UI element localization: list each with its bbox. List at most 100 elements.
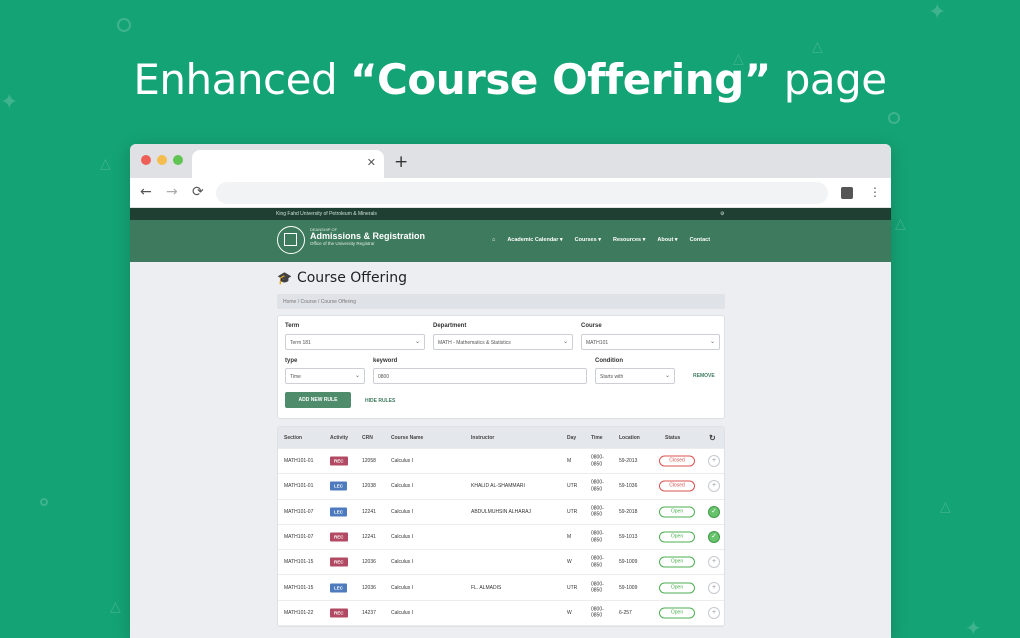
col-location[interactable]: Location [619, 435, 640, 441]
web-page: King Fahd University of Petroleum & Mine… [130, 208, 891, 638]
menu-contact[interactable]: Contact [690, 237, 710, 243]
col-crn[interactable]: CRN [362, 435, 373, 441]
keyword-label: keyword [373, 358, 398, 364]
breadcrumb[interactable]: Home / Course / Course Offering [277, 294, 725, 309]
term-select[interactable]: Term 181 ⌄ [285, 334, 425, 350]
add-icon[interactable]: + [708, 556, 720, 569]
main-content: 🎓 Course Offering Home / Course / Course… [277, 262, 725, 628]
activity-badge: REC [330, 608, 348, 618]
add-icon[interactable]: + [708, 455, 720, 468]
time-end: 0850 [591, 511, 603, 518]
table-row[interactable]: MATH101-01 LEC 12038 Calculus I KHALID AL-SH… [278, 474, 724, 500]
profile-icon[interactable] [841, 187, 853, 199]
site-nav: DEANSHIP OF Admissions & Registration Of… [130, 220, 891, 262]
decor-triangle: △ [895, 216, 906, 232]
time-end: 0850 [591, 587, 603, 594]
status-badge: Open [659, 607, 695, 619]
cell-course-name: Calculus I [391, 483, 413, 490]
cell-crn: 14237 [362, 609, 376, 616]
add-icon[interactable]: + [708, 581, 720, 594]
tab-strip: ✕ + [130, 144, 891, 178]
col-course-name[interactable]: Course Name [391, 435, 423, 441]
col-instructor[interactable]: Instructor [471, 435, 494, 441]
decor-triangle: △ [940, 499, 951, 515]
close-icon[interactable]: ✕ [367, 156, 376, 169]
add-icon[interactable]: + [708, 480, 720, 493]
cell-location: 59-2013 [619, 458, 638, 465]
table-row[interactable]: MATH101-15 LEC 12036 Calculus I FL. ALMADIS U… [278, 575, 724, 601]
menu-courses[interactable]: Courses ▾ [575, 237, 601, 243]
menu-icon[interactable]: ⋮ [869, 185, 881, 199]
keyword-input[interactable]: 0800 [373, 368, 587, 384]
forward-icon[interactable]: → [166, 184, 178, 200]
menu-academic-calendar[interactable]: Academic Calendar ▾ [507, 237, 562, 243]
status-badge: Closed [659, 455, 695, 467]
refresh-icon[interactable]: ↻ [709, 433, 716, 442]
cell-time: 0800- 0850 [591, 455, 604, 468]
condition-select[interactable]: Starts with ⌄ [595, 368, 675, 384]
cell-section: MATH101-15 [284, 584, 314, 591]
cell-day: UTR [567, 508, 578, 515]
table-row[interactable]: MATH101-07 LEC 12241 Calculus I ABDULMUHSIN … [278, 500, 724, 525]
course-value: MATH101 [586, 340, 609, 346]
menu-home[interactable]: ⌂ [492, 237, 495, 243]
time-start: 0800- [591, 581, 604, 588]
minimize-window-button[interactable] [157, 155, 167, 165]
cell-course-name: Calculus I [391, 508, 413, 515]
address-bar[interactable] [216, 182, 828, 204]
remove-rule-link[interactable]: REMOVE [693, 373, 715, 379]
check-icon[interactable]: ✓ [708, 531, 720, 544]
cell-time: 0800- 0850 [591, 606, 604, 619]
language-icon[interactable]: ⚙ [720, 211, 724, 217]
browser-tab[interactable]: ✕ [192, 150, 384, 178]
decor-circle [117, 18, 131, 32]
table-row[interactable]: MATH101-01 REC 12058 Calculus I M 0800- 0850 59… [278, 449, 724, 475]
col-status[interactable]: Status [665, 435, 680, 441]
table-row[interactable]: MATH101-07 REC 12241 Calculus I M 0800- 0850 59… [278, 525, 724, 551]
col-day[interactable]: Day [567, 435, 576, 441]
site-brand[interactable]: DEANSHIP OF Admissions & Registration Of… [310, 227, 425, 246]
cell-day: W [567, 609, 572, 616]
department-label: Department [433, 323, 467, 329]
plus-icon[interactable]: + [394, 152, 408, 172]
status-badge: Open [659, 506, 695, 518]
close-window-button[interactable] [141, 155, 151, 165]
type-value: Time [290, 374, 301, 380]
chevron-down-icon: ⌄ [354, 373, 360, 379]
headline-pre: Enhanced [133, 55, 350, 104]
university-link[interactable]: King Fahd University of Petroleum & Mine… [276, 211, 377, 217]
cell-section: MATH101-15 [284, 559, 314, 566]
decor-sparkle: ✦ [928, 0, 947, 25]
add-rule-button[interactable]: ADD NEW RULE [285, 392, 351, 408]
table-row[interactable]: MATH101-15 REC 12036 Calculus I W 0800- 0850 59… [278, 550, 724, 576]
cell-crn: 12038 [362, 483, 376, 490]
chevron-down-icon: ⌄ [709, 339, 715, 345]
table-row[interactable]: MATH101-22 REC 14237 Calculus I W 0800- 0850 6-… [278, 601, 724, 627]
cell-section: MATH101-07 [284, 534, 314, 541]
department-select[interactable]: MATH - Mathematics & Statistics ⌄ [433, 334, 573, 350]
cell-day: M [567, 458, 572, 465]
status-badge: Closed [659, 480, 695, 492]
activity-badge: LEC [330, 583, 347, 593]
back-icon[interactable]: ← [140, 184, 152, 200]
add-icon[interactable]: + [708, 606, 720, 619]
cell-day: W [567, 559, 572, 566]
menu-resources[interactable]: Resources ▾ [613, 237, 645, 243]
col-activity[interactable]: Activity [330, 435, 348, 441]
cell-day: M [567, 534, 572, 541]
col-section[interactable]: Section [284, 435, 302, 441]
type-select[interactable]: Time ⌄ [285, 368, 365, 384]
check-icon[interactable]: ✓ [708, 505, 720, 518]
cell-course-name: Calculus I [391, 534, 413, 541]
course-select[interactable]: MATH101 ⌄ [581, 334, 720, 350]
term-label: Term [285, 323, 300, 329]
col-time[interactable]: Time [591, 435, 603, 441]
hide-rules-link[interactable]: HIDE RULES [365, 398, 395, 404]
activity-badge: LEC [330, 481, 347, 491]
university-logo[interactable] [277, 226, 305, 254]
headline-bold: “Course Offering” [349, 55, 771, 104]
cell-crn: 12036 [362, 584, 376, 591]
reload-icon[interactable]: ⟳ [192, 184, 204, 200]
maximize-window-button[interactable] [173, 155, 183, 165]
menu-about[interactable]: About ▾ [657, 237, 677, 243]
